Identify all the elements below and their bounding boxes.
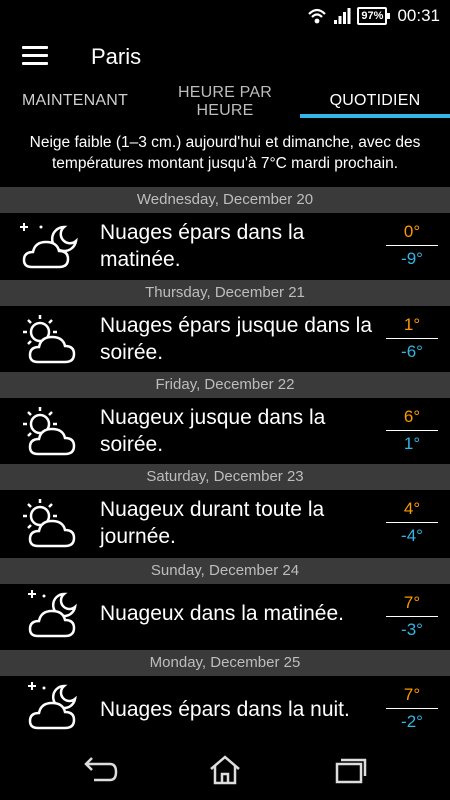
- wifi-icon: [308, 8, 327, 24]
- day-row[interactable]: Nuages épars jusque dans la soirée. 1° -…: [0, 306, 450, 370]
- signal-icon: [334, 8, 351, 24]
- navigation-bar: [0, 740, 450, 800]
- day-temperatures: 1° -6°: [386, 312, 438, 365]
- partly-cloudy-night-icon: [28, 682, 77, 730]
- low-temp: -2°: [401, 712, 423, 731]
- tab-quotidien[interactable]: QUOTIDIEN: [300, 82, 450, 118]
- low-temp: -4°: [401, 526, 423, 545]
- day-description: Nuageux durant toute la journée.: [100, 498, 325, 548]
- status-icons: 97% 00:31: [307, 4, 440, 28]
- status-time: 00:31: [397, 6, 440, 25]
- day-row[interactable]: Nuageux jusque dans la soirée. 6° 1°: [0, 398, 450, 462]
- day-description: Nuages épars dans la nuit.: [100, 698, 350, 721]
- high-temp: 7°: [403, 685, 421, 704]
- menu-icon[interactable]: [22, 46, 48, 66]
- tab-bar: MAINTENANT HEURE PAR HEURE QUOTIDIEN: [0, 82, 450, 118]
- recents-icon[interactable]: [330, 754, 370, 786]
- home-icon[interactable]: [205, 754, 245, 786]
- low-temp: -9°: [401, 249, 423, 268]
- city-title: Paris: [91, 44, 142, 69]
- day-header: Thursday, December 21: [0, 280, 450, 306]
- low-temp: -6°: [401, 342, 423, 361]
- tab-maintenant[interactable]: MAINTENANT: [0, 82, 150, 118]
- day-header: Wednesday, December 20: [0, 187, 450, 213]
- back-icon[interactable]: [80, 754, 120, 786]
- day-temperatures: 0° -9°: [386, 219, 438, 272]
- tab-heure-par-heure[interactable]: HEURE PAR HEURE: [150, 82, 300, 118]
- day-header: Friday, December 22: [0, 372, 450, 398]
- day-temperatures: 6° 1°: [386, 404, 438, 457]
- day-header: Saturday, December 23: [0, 464, 450, 490]
- partly-cloudy-night-icon: [20, 223, 78, 269]
- day-temperatures: 4° -4°: [386, 496, 438, 549]
- high-temp: 6°: [403, 407, 421, 426]
- day-description: Nuages épars dans la matinée.: [100, 221, 305, 271]
- partly-cloudy-day-icon: [23, 315, 76, 364]
- day-description: Nuageux jusque dans la soirée.: [100, 406, 326, 456]
- day-temperatures: 7° -3°: [386, 590, 438, 643]
- day-temperatures: 7° -2°: [386, 682, 438, 735]
- day-header: Sunday, December 24: [0, 558, 450, 584]
- partly-cloudy-day-icon: [23, 499, 76, 548]
- day-description: Nuageux dans la matinée.: [100, 602, 344, 625]
- low-temp: -3°: [401, 620, 423, 639]
- day-header: Monday, December 25: [0, 650, 450, 676]
- high-temp: 1°: [403, 315, 421, 334]
- low-temp: 1°: [403, 434, 421, 453]
- day-row[interactable]: Nuageux dans la matinée. 7° -3°: [0, 584, 450, 648]
- day-row[interactable]: Nuages épars dans la matinée. 0° -9°: [0, 213, 450, 279]
- status-bar: 97% 00:31: [0, 0, 450, 32]
- day-row[interactable]: Nuageux durant toute la journée. 4° -4°: [0, 490, 450, 556]
- day-description: Nuages épars jusque dans la soirée.: [100, 314, 373, 364]
- battery-level: 97: [361, 10, 374, 22]
- forecast-summary: Neige faible (1–3 cm.) aujourd'hui et di…: [29, 134, 421, 172]
- app-bar: Paris: [0, 32, 450, 82]
- day-row[interactable]: Nuages épars dans la nuit. 7° -2°: [0, 676, 450, 740]
- partly-cloudy-night-icon: [28, 590, 77, 638]
- high-temp: 7°: [403, 593, 421, 612]
- tab-indicator: [300, 114, 450, 118]
- partly-cloudy-day-icon: [23, 407, 76, 456]
- high-temp: 0°: [403, 222, 421, 241]
- high-temp: 4°: [403, 499, 421, 518]
- battery-icon: 97%: [357, 7, 391, 25]
